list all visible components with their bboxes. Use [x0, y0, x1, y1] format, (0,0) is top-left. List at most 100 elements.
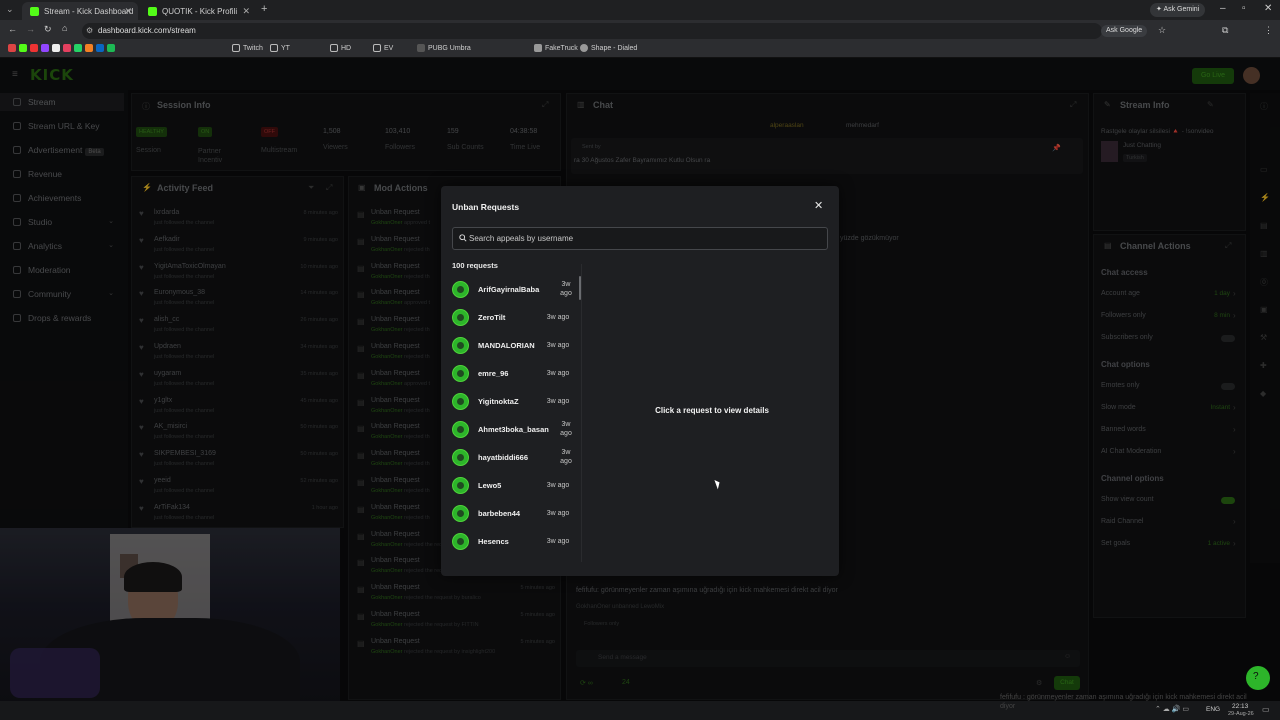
tab-title: Stream - Kick Dashboard — [44, 6, 134, 16]
whatsapp-icon[interactable] — [74, 44, 82, 52]
bookmark-label: Shape - Dialed — [591, 44, 638, 52]
gmail-icon[interactable] — [8, 44, 16, 52]
request-row[interactable]: Ahmet3boka_basan 3w ago — [448, 415, 578, 443]
instagram-icon[interactable] — [63, 44, 71, 52]
youtube-icon[interactable] — [30, 44, 38, 52]
shape-icon — [580, 44, 588, 52]
request-row[interactable]: ZeroTilt 3w ago — [448, 303, 578, 331]
bookmark-shape[interactable]: Shape - Dialed — [580, 44, 637, 52]
ask-gemini-button[interactable]: ✦ Ask Gemini — [1150, 3, 1206, 17]
home-icon[interactable]: ⌂ — [62, 23, 67, 33]
tab-quotik-profile[interactable]: QUOTIK - Kick Profili ✕ — [140, 2, 256, 20]
bookmarks-bar — [0, 41, 1280, 58]
request-row[interactable]: YigitnoktaZ 3w ago — [448, 387, 578, 415]
folder-icon — [330, 44, 338, 52]
bookmark-star-icon[interactable]: ☆ — [1158, 25, 1166, 36]
clock-time[interactable]: 22:13 — [1232, 703, 1248, 710]
close-icon[interactable]: ✕ — [814, 199, 823, 212]
detail-placeholder: Click a request to view details — [655, 406, 769, 415]
maximize-icon[interactable]: ▫ — [1242, 3, 1246, 14]
request-time: 3w ago — [546, 370, 570, 377]
request-row[interactable]: MANDALORIAN 3w ago — [448, 331, 578, 359]
search-input[interactable] — [469, 228, 819, 249]
request-username: YigitnoktaZ — [478, 397, 519, 406]
request-time: 3w ago — [560, 421, 572, 437]
request-time: 3w ago — [560, 281, 572, 297]
request-count: 100 requests — [452, 261, 498, 270]
linkedin-icon[interactable] — [96, 44, 104, 52]
request-row[interactable]: Hesencs 3w ago — [448, 527, 578, 555]
request-time: 3w ago — [546, 538, 570, 545]
reload-icon[interactable]: ↻ — [44, 24, 52, 35]
bookmark-twitch[interactable]: Twitch — [232, 44, 263, 52]
bookmark-label: HD — [341, 44, 352, 52]
search-icon — [459, 234, 467, 242]
menu-dots-icon[interactable]: ⋮ — [1264, 25, 1273, 36]
request-time: 3w ago — [546, 398, 570, 405]
forward-icon[interactable]: → — [26, 24, 35, 34]
misc-bm-icon[interactable] — [85, 44, 93, 52]
request-row[interactable]: emre_96 3w ago — [448, 359, 578, 387]
browser-tab-bar: ⌄ Stream - Kick Dashboard ✕ QUOTIK - Kic… — [0, 0, 1280, 20]
bookmark-label: EV — [384, 44, 394, 52]
extensions-icon[interactable]: ⧉ — [1222, 25, 1228, 36]
help-chat-button[interactable]: ? — [1246, 666, 1270, 690]
search-appeals-field[interactable] — [452, 227, 828, 250]
request-username: Ahmet3boka_basan — [478, 425, 549, 434]
request-row[interactable]: Lewo5 3w ago — [448, 471, 578, 499]
windows-taskbar: fefifufu : görünmeyenler zaman aşımına u… — [0, 694, 1280, 720]
twitch-bm-icon[interactable] — [41, 44, 49, 52]
avatar — [452, 281, 469, 298]
ask-google-button[interactable]: Ask Google — [1101, 25, 1148, 37]
bookmark-label: PUBG Umbra — [428, 44, 471, 52]
bookmark-icons-group[interactable] — [8, 44, 115, 52]
bookmark-faketruck[interactable]: FakeTruck — [534, 44, 578, 52]
language-indicator[interactable]: ENG — [1206, 706, 1220, 713]
x-icon[interactable] — [52, 44, 60, 52]
minimize-icon[interactable]: – — [1220, 3, 1226, 14]
avatar — [452, 449, 469, 466]
folder-icon — [270, 44, 278, 52]
bookmark-ev[interactable]: EV — [373, 44, 393, 52]
back-icon[interactable]: ← — [8, 24, 17, 34]
ask-gemini-label: Ask Gemini — [1163, 6, 1200, 13]
modal-divider — [581, 264, 582, 562]
truck-icon — [534, 44, 542, 52]
request-username: hayatbiddi666 — [478, 453, 529, 462]
avatar — [452, 393, 469, 410]
request-username: barbeben44 — [478, 509, 521, 518]
ask-google-label: Ask Google — [1106, 27, 1143, 34]
avatar — [452, 533, 469, 550]
tray-icons[interactable]: ⌃ ☁ 🔊 ▭ — [1155, 705, 1189, 713]
url-field[interactable]: ⚙ dashboard.kick.com/stream — [82, 23, 1102, 39]
site-info-icon[interactable]: ⚙ — [86, 23, 93, 39]
notification-icon[interactable]: ▭ — [1262, 705, 1270, 714]
kick-icon[interactable] — [19, 44, 27, 52]
bookmark-label: Twitch — [243, 44, 263, 52]
request-row[interactable]: barbeben44 3w ago — [448, 499, 578, 527]
new-tab-icon[interactable]: + — [261, 3, 267, 15]
bookmark-hd[interactable]: HD — [330, 44, 351, 52]
request-username: Hesencs — [478, 537, 509, 546]
avatar — [452, 477, 469, 494]
close-window-icon[interactable]: ✕ — [1264, 3, 1272, 14]
tab-close-icon[interactable]: ✕ — [124, 6, 132, 17]
tab-title: QUOTIK - Kick Profili — [162, 6, 238, 16]
url-text: dashboard.kick.com/stream — [98, 26, 196, 35]
help-icon: ? — [1253, 671, 1259, 682]
spotify-icon[interactable] — [107, 44, 115, 52]
bookmark-yt[interactable]: YT — [270, 44, 290, 52]
request-row[interactable]: ArifGayirnalBaba 3w ago — [448, 275, 578, 303]
clock-date[interactable]: 29-Aug-26 — [1228, 711, 1254, 717]
request-list[interactable]: ArifGayirnalBaba 3w ago ZeroTilt 3w ago MAND… — [448, 275, 581, 565]
request-username: Lewo5 — [478, 481, 502, 490]
request-row[interactable]: hayatbiddi666 3w ago — [448, 443, 578, 471]
bookmark-pubg[interactable]: PUBG Umbra — [417, 44, 471, 52]
modal-title: Unban Requests — [452, 202, 520, 212]
bookmark-label: YT — [281, 44, 290, 52]
avatar — [452, 365, 469, 382]
tab-search-icon[interactable]: ⌄ — [6, 4, 14, 15]
avatar — [452, 309, 469, 326]
tab-kick-dashboard[interactable]: Stream - Kick Dashboard ✕ — [22, 2, 138, 20]
tab-close-icon[interactable]: ✕ — [242, 6, 250, 17]
